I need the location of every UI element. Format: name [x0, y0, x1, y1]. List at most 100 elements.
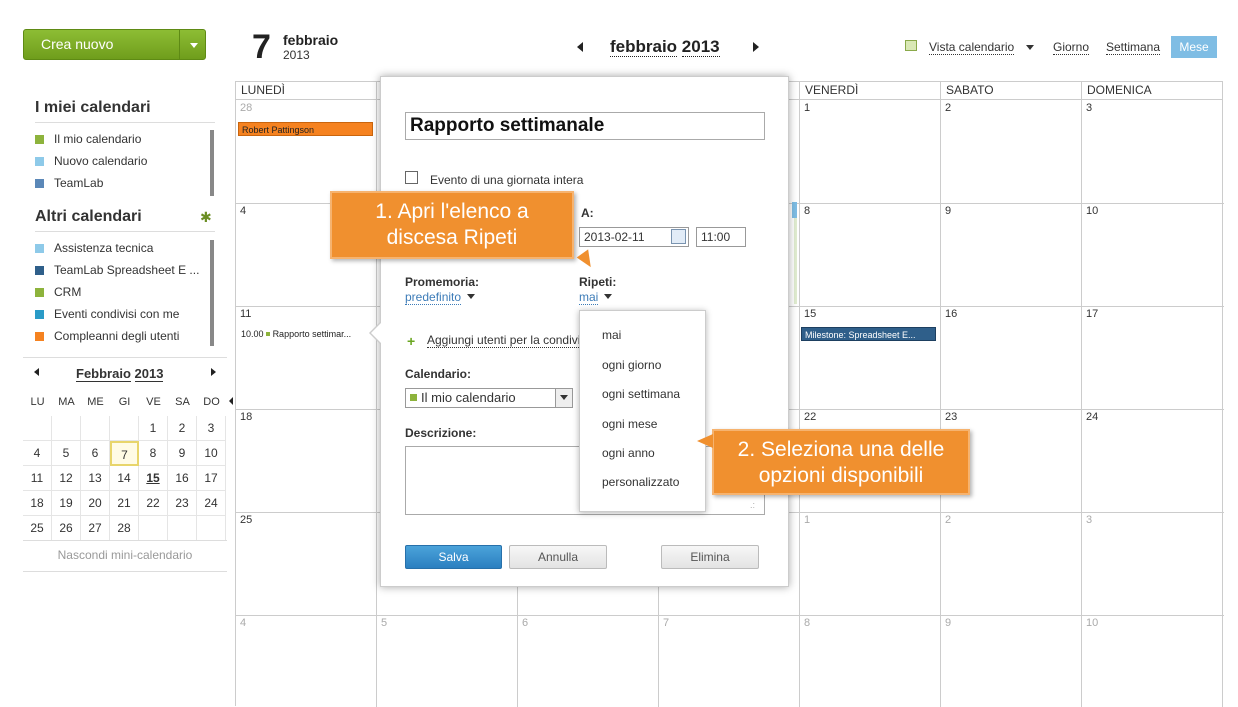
mini-day[interactable]: 14	[110, 466, 139, 491]
day-number[interactable]: 18	[240, 411, 252, 423]
add-users-link[interactable]: Aggiungi utenti per la condivi	[427, 333, 579, 348]
mini-next-icon[interactable]	[211, 368, 216, 376]
nav-month-title[interactable]: febbraio 2013	[610, 37, 720, 57]
day-number[interactable]: 10	[1086, 617, 1098, 629]
mini-day[interactable]: 17	[197, 466, 226, 491]
view-month-button[interactable]: Mese	[1171, 36, 1217, 58]
repeat-option[interactable]: ogni settimana	[602, 387, 680, 401]
mini-day[interactable]: 16	[168, 466, 197, 491]
day-number[interactable]: 10	[1086, 205, 1098, 217]
calendar-item[interactable]: Eventi condivisi con me	[35, 303, 210, 325]
add-icon[interactable]: +	[407, 333, 415, 349]
mini-year[interactable]: 2013	[134, 366, 164, 382]
mini-day[interactable]: 25	[23, 516, 52, 541]
day-number[interactable]: 25	[240, 514, 252, 526]
mini-day[interactable]: 20	[81, 491, 110, 516]
mini-day[interactable]: 1	[139, 416, 168, 441]
calendar-item[interactable]: Assistenza tecnica	[35, 237, 210, 259]
reminder-dropdown[interactable]: predefinito	[405, 290, 476, 305]
day-number[interactable]: 16	[945, 308, 957, 320]
mini-day[interactable]: 2	[168, 416, 197, 441]
all-day-checkbox[interactable]	[405, 171, 418, 184]
day-number[interactable]: 22	[804, 411, 816, 423]
reminder-value[interactable]: predefinito	[405, 290, 462, 305]
mini-day[interactable]: 22	[139, 491, 168, 516]
mini-day[interactable]: 13	[81, 466, 110, 491]
mini-day[interactable]: 12	[52, 466, 81, 491]
repeat-dropdown[interactable]: mai	[579, 290, 613, 305]
create-new-button[interactable]: Crea nuovo	[23, 29, 206, 60]
day-number[interactable]: 24	[1086, 411, 1098, 423]
calendar-item[interactable]: Compleanni degli utenti	[35, 325, 210, 347]
day-number[interactable]: 6	[522, 617, 528, 629]
chevron-down-icon[interactable]	[467, 294, 476, 299]
mini-day[interactable]: 10	[197, 441, 226, 466]
mini-month[interactable]: Febbraio	[76, 366, 131, 382]
chevron-down-icon[interactable]	[604, 294, 613, 299]
day-number[interactable]: 9	[945, 617, 951, 629]
day-number[interactable]: 7	[663, 617, 669, 629]
event-milestone[interactable]: Milestone: Spreadsheet E...	[801, 327, 936, 341]
day-number[interactable]: 1	[804, 514, 810, 526]
chevron-down-icon[interactable]	[1026, 45, 1034, 50]
day-number[interactable]: 3	[1086, 102, 1092, 114]
mini-day[interactable]: 11	[23, 466, 52, 491]
mini-day[interactable]: 21	[110, 491, 139, 516]
mini-day[interactable]: 3	[197, 416, 226, 441]
repeat-option[interactable]: ogni giorno	[602, 358, 661, 372]
mini-day[interactable]: 26	[52, 516, 81, 541]
mini-day[interactable]: 4	[23, 441, 52, 466]
event-birthday[interactable]: Robert Pattingson	[238, 122, 373, 136]
event-report[interactable]: 10.00 Rapporto settimar...	[238, 327, 374, 341]
resize-handle-icon[interactable]: .:	[750, 500, 755, 510]
mini-day[interactable]: 19	[52, 491, 81, 516]
scrollbar[interactable]	[210, 240, 214, 346]
view-day-button[interactable]: Giorno	[1053, 40, 1090, 55]
day-number[interactable]: 8	[804, 205, 810, 217]
nav-year[interactable]: 2013	[681, 37, 720, 57]
day-number[interactable]: 2	[945, 102, 951, 114]
repeat-option[interactable]: ogni anno	[602, 446, 655, 460]
select-button[interactable]	[555, 389, 572, 407]
mini-day[interactable]: 18	[23, 491, 52, 516]
mini-day[interactable]: 24	[197, 491, 226, 516]
calendar-item[interactable]: Nuovo calendario	[35, 150, 210, 172]
calendar-item[interactable]: CRM	[35, 281, 210, 303]
day-number[interactable]: 5	[381, 617, 387, 629]
day-number[interactable]: 17	[1086, 308, 1098, 320]
day-number[interactable]: 28	[240, 102, 252, 114]
end-time-input[interactable]: 11:00	[696, 227, 746, 247]
view-week-button[interactable]: Settimana	[1106, 40, 1161, 55]
repeat-option[interactable]: mai	[602, 328, 621, 342]
day-number[interactable]: 23	[945, 411, 957, 423]
day-number[interactable]: 11	[240, 308, 251, 320]
calendar-picker-icon[interactable]	[671, 229, 686, 244]
day-number[interactable]: 8	[804, 617, 810, 629]
mini-day[interactable]: 6	[81, 441, 110, 466]
prev-month-icon[interactable]	[577, 42, 583, 52]
mini-day[interactable]: 7	[110, 441, 139, 466]
scrollbar[interactable]	[210, 130, 214, 196]
repeat-value[interactable]: mai	[579, 290, 599, 305]
mini-day[interactable]: 15	[139, 466, 168, 491]
cancel-button[interactable]: Annulla	[509, 545, 607, 569]
calendar-item[interactable]: TeamLab Spreadsheet E ...	[35, 259, 210, 281]
calendar-item[interactable]: Il mio calendario	[35, 128, 210, 150]
nav-month[interactable]: febbraio	[610, 37, 678, 57]
repeat-option[interactable]: personalizzato	[602, 475, 679, 489]
day-number[interactable]: 2	[945, 514, 951, 526]
collapse-sidebar-icon[interactable]	[229, 397, 233, 405]
mini-calendar-title[interactable]: Febbraio 2013	[76, 366, 164, 382]
calendar-select[interactable]: Il mio calendario	[405, 388, 573, 408]
hide-mini-calendar-link[interactable]: Nascondi mini-calendario	[23, 548, 227, 562]
next-month-icon[interactable]	[753, 42, 759, 52]
mini-day[interactable]: 23	[168, 491, 197, 516]
mini-prev-icon[interactable]	[34, 368, 39, 376]
mini-day[interactable]: 27	[81, 516, 110, 541]
chevron-down-icon[interactable]	[190, 43, 198, 48]
calendar-view-dropdown[interactable]: Vista calendario	[929, 40, 1015, 55]
mini-day[interactable]: 8	[139, 441, 168, 466]
repeat-option[interactable]: ogni mese	[602, 417, 657, 431]
delete-button[interactable]: Elimina	[661, 545, 759, 569]
day-number[interactable]: 15	[804, 308, 816, 320]
